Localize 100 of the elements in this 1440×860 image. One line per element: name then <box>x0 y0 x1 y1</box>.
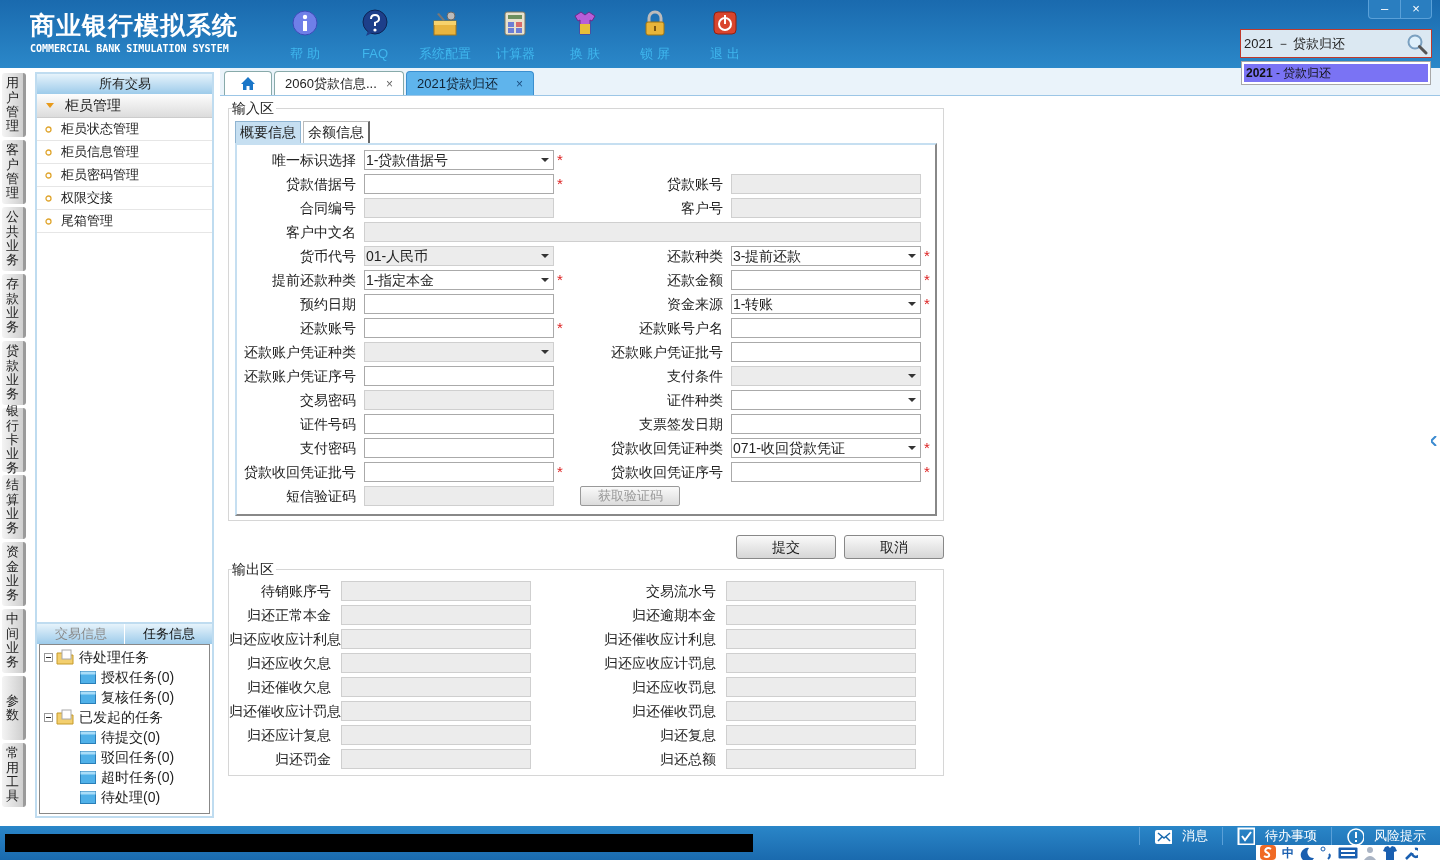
input-field[interactable] <box>364 294 554 314</box>
required-mark: * <box>556 153 564 167</box>
tree-node[interactable]: 待处理任务 <box>44 647 209 667</box>
field-label: 归还应收罚息 <box>631 677 717 697</box>
field-label: 支票签发日期 <box>638 414 724 434</box>
tree-node[interactable]: 待提交(0) <box>44 727 209 747</box>
bullet-icon <box>45 125 52 133</box>
menu-item[interactable]: 尾箱管理 <box>37 210 212 233</box>
input-field[interactable] <box>364 174 554 194</box>
menu-group[interactable]: 柜员管理 <box>37 94 212 118</box>
field-label: 提前还款种类 <box>271 270 357 290</box>
required-mark: * <box>556 177 564 191</box>
dropdown-caret-icon <box>541 158 549 162</box>
folder-icon <box>80 729 96 745</box>
side-tab[interactable]: 参数 <box>2 676 26 740</box>
input-field[interactable] <box>364 318 554 338</box>
collapse-icon[interactable] <box>44 652 53 662</box>
field-label: 归还正常本金 <box>246 605 332 625</box>
field-label: 归还应计复息 <box>246 725 332 745</box>
side-tab[interactable]: 贷款业务 <box>2 341 26 405</box>
input-field[interactable] <box>364 462 554 482</box>
keyboard-icon[interactable] <box>1338 845 1358 860</box>
tree-node[interactable]: 待处理(0) <box>44 787 209 807</box>
menu-item[interactable]: 柜员状态管理 <box>37 118 212 141</box>
side-tab[interactable]: 用户管理 <box>2 73 26 137</box>
input-field[interactable] <box>364 366 554 386</box>
required-mark: * <box>923 465 931 479</box>
menu-item[interactable]: 柜员信息管理 <box>37 141 212 164</box>
status-button[interactable]: 消息 <box>1139 827 1222 845</box>
panel-tab[interactable]: 任务信息 <box>124 624 212 644</box>
side-tab[interactable]: 中间业务 <box>2 609 26 673</box>
field-label: 资金来源 <box>666 294 724 314</box>
cancel-button[interactable]: 取消 <box>844 535 944 559</box>
form-tab[interactable]: 概要信息 <box>235 121 301 143</box>
search-value: 2021 － 贷款归还 <box>1244 34 1347 53</box>
bullet-icon <box>45 194 52 202</box>
dropdown-field[interactable]: 071-收回贷款凭证 <box>731 438 921 458</box>
tree-node[interactable]: 驳回任务(0) <box>44 747 209 767</box>
input-field[interactable] <box>731 318 921 338</box>
submit-button[interactable]: 提交 <box>736 535 836 559</box>
side-tab[interactable]: 公共业务 <box>2 207 26 271</box>
dropdown-field[interactable]: 1-贷款借据号 <box>364 150 554 170</box>
field-label: 贷款收回凭证种类 <box>610 438 724 458</box>
required-mark: * <box>556 321 564 335</box>
tree-node[interactable]: 授权任务(0) <box>44 667 209 687</box>
dropdown-caret-icon <box>541 350 549 354</box>
side-tab[interactable]: 常用工具 <box>2 743 26 807</box>
home-tab[interactable] <box>224 71 272 95</box>
tree-node[interactable]: 已发起的任务 <box>44 707 209 727</box>
shirt-icon[interactable] <box>1382 845 1398 860</box>
field-label: 还款账号户名 <box>638 318 724 338</box>
person-icon[interactable] <box>1364 845 1376 860</box>
checkbox-icon <box>1237 827 1255 845</box>
required-mark: * <box>556 273 564 287</box>
field-label: 还款种类 <box>666 246 724 266</box>
field-label: 归还应收应计利息 <box>229 629 341 649</box>
side-tab[interactable]: 结算业务 <box>2 475 26 539</box>
field-label: 归还罚金 <box>274 749 332 769</box>
menu-item[interactable]: 柜员密码管理 <box>37 164 212 187</box>
search-field[interactable]: 2021 － 贷款归还 <box>1240 29 1432 58</box>
dropdown-field[interactable] <box>731 390 921 410</box>
moon-icon[interactable] <box>1300 845 1314 860</box>
input-field[interactable] <box>364 414 554 434</box>
field-label: 贷款借据号 <box>285 174 357 194</box>
document-tab[interactable]: 2060贷款信息... × <box>274 71 404 95</box>
input-field[interactable] <box>731 462 921 482</box>
minimize-button[interactable]: – <box>1369 0 1400 18</box>
side-tab[interactable]: 资金业务 <box>2 542 26 606</box>
side-tab[interactable]: 客户管理 <box>2 140 26 204</box>
folder-icon <box>80 749 96 765</box>
form-tab[interactable]: 余额信息 <box>303 121 370 143</box>
input-field[interactable] <box>364 438 554 458</box>
ime-mode[interactable]: 中 <box>1282 845 1294 860</box>
close-icon[interactable]: × <box>386 74 393 93</box>
search-icon[interactable] <box>1406 32 1428 55</box>
tree-node[interactable]: 复核任务(0) <box>44 687 209 707</box>
tree-node[interactable]: 超时任务(0) <box>44 767 209 787</box>
punctuation-icon[interactable] <box>1320 845 1332 860</box>
app-subtitle: COMMERCIAL BANK SIMULATION SYSTEM <box>30 42 230 56</box>
input-field[interactable] <box>731 414 921 434</box>
dropdown-field[interactable]: 1-转账 <box>731 294 921 314</box>
document-tab[interactable]: 2021贷款归还 × <box>406 71 534 95</box>
input-field[interactable] <box>731 270 921 290</box>
required-mark: * <box>923 297 931 311</box>
required-mark: * <box>923 441 931 455</box>
required-mark: * <box>923 273 931 287</box>
input-field[interactable] <box>731 342 921 362</box>
field-label: 唯一标识选择 <box>271 150 357 170</box>
ime-logo-icon[interactable] <box>1260 845 1276 860</box>
dropdown-field[interactable]: 1-指定本金 <box>364 270 554 290</box>
suggestion-item[interactable]: 2021 - 贷款归还 <box>1244 64 1428 82</box>
menu-item[interactable]: 权限交接 <box>37 187 212 210</box>
field-label: 归还应收欠息 <box>246 653 332 673</box>
collapse-icon[interactable] <box>44 712 53 722</box>
side-tab[interactable]: 存款业务 <box>2 274 26 338</box>
dropdown-field[interactable]: 3-提前还款 <box>731 246 921 266</box>
wrench-icon[interactable] <box>1404 845 1418 860</box>
close-button[interactable]: × <box>1400 0 1431 18</box>
field-label: 还款账户凭证种类 <box>243 342 357 362</box>
close-icon[interactable]: × <box>516 74 523 93</box>
